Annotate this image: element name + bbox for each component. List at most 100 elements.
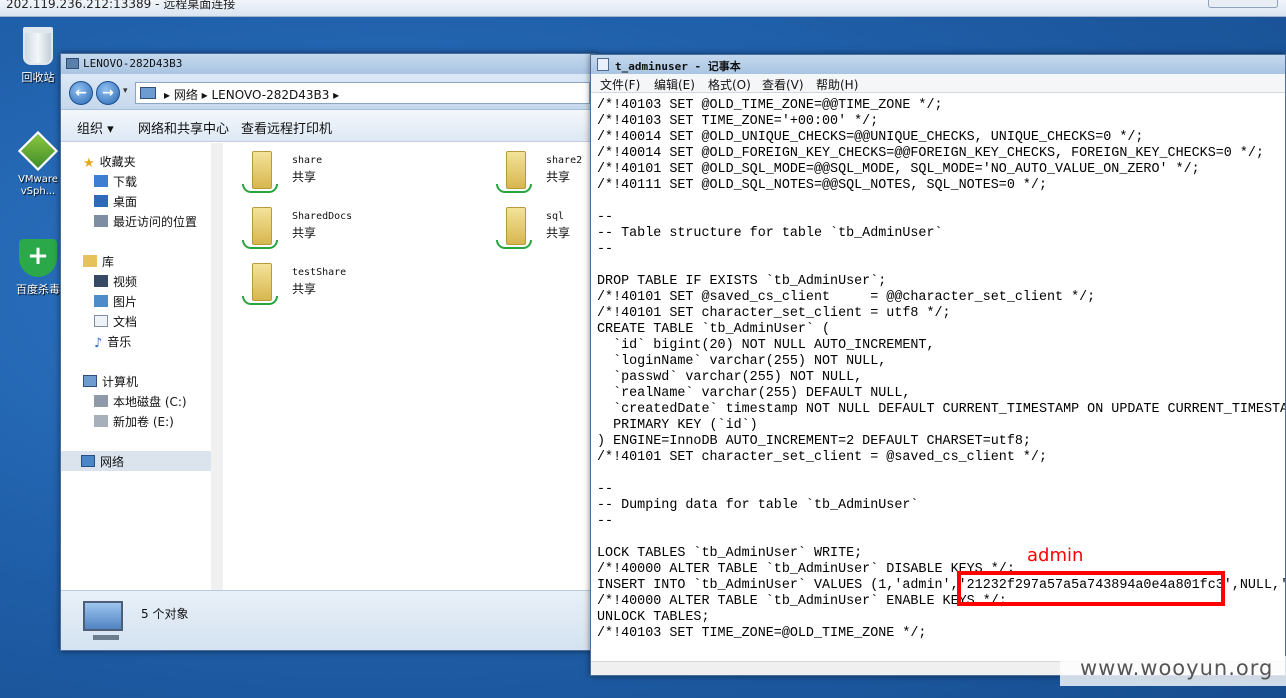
desktop-icon-vmware[interactable]: VMware vSph... xyxy=(8,130,68,198)
text-line xyxy=(597,466,1285,482)
share-item[interactable]: share2 共享 xyxy=(496,151,595,201)
text-line: /*!40101 SET @saved_cs_client = @@charac… xyxy=(597,290,1096,305)
text-line: /*!40014 SET @OLD_FOREIGN_KEY_CHECKS=@@F… xyxy=(597,146,1264,161)
remote-desktop-window-buttons[interactable] xyxy=(1208,0,1278,8)
text-line: LOCK TABLES `tb_AdminUser` WRITE; xyxy=(597,546,863,561)
desktop-icon-label: 百度杀毒 xyxy=(16,283,60,296)
history-dropdown-icon[interactable]: ▾ xyxy=(123,86,128,96)
address-breadcrumb[interactable]: ▸ 网络 ▸ LENOVO-282D43B3 ▸ xyxy=(164,86,339,103)
organize-button[interactable]: 组织 ▾ xyxy=(77,118,114,137)
view-printers-button[interactable]: 查看远程打印机 xyxy=(241,118,332,137)
nav-new-volume[interactable]: 新加卷 (E:) xyxy=(94,413,174,433)
music-icon: ♪ xyxy=(94,336,103,351)
nav-local-disk[interactable]: 本地磁盘 (C:) xyxy=(94,393,187,413)
nav-downloads[interactable]: 下载 xyxy=(94,173,137,193)
navigation-scrollbar[interactable] xyxy=(211,143,223,590)
menu-help[interactable]: 帮助(H) xyxy=(816,76,858,93)
computer-icon xyxy=(83,375,97,387)
text-line: `realName` varchar(255) DEFAULT NULL, xyxy=(597,386,911,401)
watermark: www.wooyun.org xyxy=(1080,656,1274,680)
text-line: ) ENGINE=InnoDB AUTO_INCREMENT=2 DEFAULT… xyxy=(597,434,1031,449)
text-line xyxy=(597,530,1285,546)
text-line: -- xyxy=(597,242,614,257)
notepad-menubar: 文件(F) 编辑(E) 格式(O) 查看(V) 帮助(H) xyxy=(591,74,1285,93)
text-line: /*!40014 SET @OLD_UNIQUE_CHECKS=@@UNIQUE… xyxy=(597,130,1144,145)
nav-computer[interactable]: 计算机 xyxy=(83,373,138,393)
text-line: -- xyxy=(597,514,614,529)
text-line: `id` bigint(20) NOT NULL AUTO_INCREMENT, xyxy=(597,338,935,353)
text-line: -- Table structure for table `tb_AdminUs… xyxy=(597,226,943,241)
menu-file[interactable]: 文件(F) xyxy=(600,76,640,93)
nav-network[interactable]: 网络 xyxy=(61,451,221,471)
menu-format[interactable]: 格式(O) xyxy=(708,76,751,93)
network-computer-icon xyxy=(140,87,156,99)
nav-pictures[interactable]: 图片 xyxy=(94,293,137,313)
share-item[interactable]: share 共享 xyxy=(242,151,412,201)
explorer-content: share 共享 share2 共享 SharedDocs 共享 sql 共享 … xyxy=(224,143,595,590)
back-button[interactable]: ← xyxy=(69,81,93,105)
text-line: /*!40101 SET character_set_client = utf8… xyxy=(597,306,951,321)
text-line: UNLOCK TABLES; xyxy=(597,610,710,625)
drive-icon xyxy=(94,415,108,427)
network-center-button[interactable]: 网络和共享中心 xyxy=(138,118,229,137)
explorer-titlebar[interactable]: LENOVO-282D43B3 xyxy=(61,54,595,74)
shared-folder-icon xyxy=(242,151,278,195)
text-line: -- xyxy=(597,482,614,497)
downloads-icon xyxy=(94,175,108,187)
menu-edit[interactable]: 编辑(E) xyxy=(654,76,695,93)
explorer-status-bar: 5 个对象 xyxy=(61,590,595,650)
text-line: /*!40103 SET TIME_ZONE='+00:00' */; xyxy=(597,114,879,129)
text-line: -- Dumping data for table `tb_AdminUser` xyxy=(597,498,919,513)
share-item[interactable]: testShare 共享 xyxy=(242,263,412,313)
shared-folder-icon xyxy=(496,151,532,195)
library-icon xyxy=(83,255,97,267)
text-line: /*!40111 SET @OLD_SQL_NOTES=@@SQL_NOTES,… xyxy=(597,178,1047,193)
nav-music[interactable]: ♪ 音乐 xyxy=(94,333,131,353)
network-icon xyxy=(81,455,95,467)
desktop-icon-antivirus[interactable]: 百度杀毒 xyxy=(8,239,68,297)
desktop-icon-label: 回收站 xyxy=(21,71,55,84)
notepad-titlebar[interactable]: t_adminuser - 记事本 xyxy=(591,55,1285,74)
text-line: DROP TABLE IF EXISTS `tb_AdminUser`; xyxy=(597,274,887,289)
shared-folder-icon xyxy=(242,207,278,251)
nav-recent[interactable]: 最近访问的位置 xyxy=(94,213,197,233)
explorer-toolbar: 组织 ▾ 网络和共享中心 查看远程打印机 xyxy=(61,110,595,142)
video-icon xyxy=(94,275,108,287)
text-line: `passwd` varchar(255) NOT NULL, xyxy=(597,370,863,385)
password-hash-highlight xyxy=(957,571,1225,606)
desktop-icon-label: VMware vSph... xyxy=(18,174,58,197)
text-line: /*!40101 SET character_set_client = @sav… xyxy=(597,450,1047,465)
remote-desktop-title: 202.119.236.212:13389 - 远程桌面连接 xyxy=(6,0,236,11)
share-item[interactable]: SharedDocs 共享 xyxy=(242,207,412,257)
nav-libraries[interactable]: 库 xyxy=(83,253,114,273)
explorer-address-bar: ← → ▾ ▸ 网络 ▸ LENOVO-282D43B3 ▸ xyxy=(61,74,595,110)
nav-desktop[interactable]: 桌面 xyxy=(94,193,137,213)
notepad-icon xyxy=(597,58,609,71)
text-line: /*!40103 SET TIME_ZONE=@OLD_TIME_ZONE */… xyxy=(597,626,927,641)
item-count: 5 个对象 xyxy=(141,607,189,621)
highlight-label: admin xyxy=(1027,545,1084,566)
desktop-icon-recycle-bin[interactable]: 回收站 xyxy=(8,27,68,85)
antivirus-shield-icon xyxy=(19,239,57,277)
picture-icon xyxy=(94,295,108,307)
vmware-icon xyxy=(17,130,59,172)
text-line: PRIMARY KEY (`id`) xyxy=(597,418,758,433)
recent-places-icon xyxy=(94,215,108,227)
address-field[interactable]: ▸ 网络 ▸ LENOVO-282D43B3 ▸ xyxy=(135,82,590,104)
nav-videos[interactable]: 视频 xyxy=(94,273,137,293)
computer-icon xyxy=(83,601,123,640)
share-item[interactable]: sql 共享 xyxy=(496,207,595,257)
nav-favorites[interactable]: ★ 收藏夹 xyxy=(83,153,136,173)
recycle-bin-icon xyxy=(23,27,53,65)
text-line xyxy=(597,258,1285,274)
text-line: /*!40101 SET @OLD_SQL_MODE=@@SQL_MODE, S… xyxy=(597,162,1200,177)
desktop-icon xyxy=(94,195,108,207)
forward-button[interactable]: → xyxy=(96,81,120,105)
explorer-title: LENOVO-282D43B3 xyxy=(83,57,183,70)
menu-view[interactable]: 查看(V) xyxy=(762,76,804,93)
nav-documents[interactable]: 文档 xyxy=(94,313,137,333)
text-line: /*!40103 SET @OLD_TIME_ZONE=@@TIME_ZONE … xyxy=(597,98,943,113)
notepad-title: t_adminuser - 记事本 xyxy=(615,60,741,73)
navigation-pane: ★ 收藏夹 下载 桌面 最近访问的位置 库 视频 图片 文档 ♪ 音乐 计算机 本地… xyxy=(61,143,223,590)
explorer-window: LENOVO-282D43B3 ← → ▾ ▸ 网络 ▸ LENOVO-282D… xyxy=(60,53,596,651)
